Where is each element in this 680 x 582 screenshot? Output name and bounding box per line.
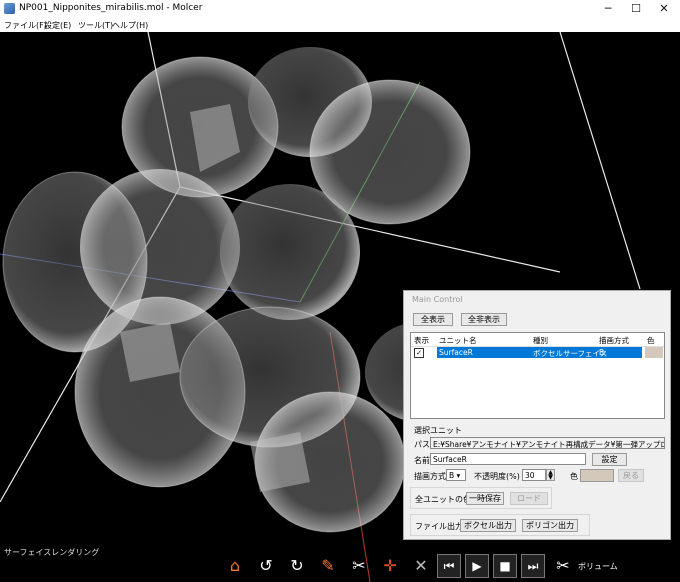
app-icon bbox=[4, 3, 15, 14]
chevron-down-icon: ▾ bbox=[456, 471, 461, 480]
menu-tools[interactable]: ツール(T) bbox=[78, 20, 113, 31]
menu-file[interactable]: ファイル(F) bbox=[4, 20, 47, 31]
home-icon[interactable]: ⌂ bbox=[222, 553, 248, 579]
skip-back-icon[interactable]: ⏮ bbox=[437, 554, 461, 578]
close-button[interactable]: ✕ bbox=[650, 0, 678, 18]
name-label: 名前 bbox=[414, 456, 430, 465]
window-title: NP001_Nipponites_mirabilis.mol - Molcer bbox=[19, 3, 203, 13]
volume-label[interactable]: ボリューム bbox=[578, 561, 618, 572]
volume-rabbit-icon[interactable]: ✂ bbox=[550, 553, 576, 579]
main-control-panel: Main Control 全表示 全非表示 表示 ユニット名 種別 描画方式 色… bbox=[403, 290, 671, 540]
menu-bar: ファイル(F) 設定(E) ツール(T) ヘルプ(H) bbox=[0, 18, 680, 32]
hide-all-button[interactable]: 全非表示 bbox=[461, 313, 507, 326]
col-visible[interactable]: 表示 bbox=[414, 335, 429, 346]
polygon-output-button[interactable]: ポリゴン出力 bbox=[522, 519, 578, 532]
play-icon[interactable]: ▶ bbox=[465, 554, 489, 578]
menu-help[interactable]: ヘルプ(H) bbox=[112, 20, 148, 31]
opacity-label: 不透明度(%) bbox=[474, 472, 520, 481]
row-unit-name: SurfaceR bbox=[439, 348, 473, 357]
temp-save-button[interactable]: 一時保存 bbox=[466, 492, 504, 505]
back-button[interactable]: 戻る bbox=[618, 469, 644, 482]
color-label: 色 bbox=[570, 472, 578, 481]
rotate-cw-icon[interactable]: ↻ bbox=[284, 553, 310, 579]
path-label: パス bbox=[414, 440, 430, 449]
col-type[interactable]: 種別 bbox=[533, 335, 548, 346]
color-swatch[interactable] bbox=[580, 469, 614, 482]
title-bar: NP001_Nipponites_mirabilis.mol - Molcer … bbox=[0, 0, 680, 19]
panel-title: Main Control bbox=[412, 295, 463, 304]
settings-button[interactable]: 設定 bbox=[592, 453, 627, 466]
voxel-output-button[interactable]: ボクセル出力 bbox=[460, 519, 516, 532]
opacity-stepper[interactable]: ▲ ▼ bbox=[546, 469, 555, 481]
draw-mode-select[interactable]: B ▾ bbox=[446, 469, 466, 481]
col-color[interactable]: 色 bbox=[647, 335, 655, 346]
minimize-button[interactable]: ─ bbox=[594, 0, 622, 18]
file-output-label: ファイル出力 bbox=[415, 522, 463, 531]
row-color-swatch[interactable] bbox=[645, 347, 663, 358]
rotate-ccw-icon[interactable]: ↺ bbox=[253, 553, 279, 579]
table-header: 表示 ユニット名 種別 描画方式 色 bbox=[411, 333, 664, 347]
col-draw-mode[interactable]: 描画方式 bbox=[599, 335, 629, 346]
hide-axis-icon[interactable]: ✕ bbox=[408, 553, 434, 579]
skip-forward-icon[interactable]: ⏭ bbox=[521, 554, 545, 578]
all-units-color-label: 全ユニットの色 bbox=[415, 495, 471, 504]
draw-mode-label: 描画方式 bbox=[414, 472, 446, 481]
col-unit-name[interactable]: ユニット名 bbox=[439, 335, 477, 346]
menu-settings[interactable]: 設定(E) bbox=[44, 20, 71, 31]
row-draw-mode: B bbox=[599, 348, 605, 357]
opacity-input[interactable]: 30 bbox=[522, 469, 546, 481]
show-all-button[interactable]: 全表示 bbox=[413, 313, 453, 326]
axis-cross-icon[interactable]: ✛ bbox=[377, 553, 403, 579]
name-field[interactable]: SurfaceR bbox=[430, 453, 586, 465]
path-field[interactable]: E:¥Share¥アンモナイト¥アンモナイト再構成データ¥第一弾アップロード¥N… bbox=[430, 437, 665, 449]
unit-table: 表示 ユニット名 種別 描画方式 色 ✓ SurfaceR ボクセルサーフェイス… bbox=[410, 332, 665, 419]
draw-mode-value: B bbox=[449, 471, 455, 480]
row-type: ボクセルサーフェイス bbox=[533, 349, 608, 358]
maximize-button[interactable]: ☐ bbox=[622, 0, 650, 18]
selected-unit-label: 選択ユニット bbox=[414, 426, 462, 435]
load-button[interactable]: ロード bbox=[510, 492, 548, 505]
visible-checkbox[interactable]: ✓ bbox=[414, 348, 424, 358]
rabbit-tool-icon[interactable]: ✂ bbox=[346, 553, 372, 579]
table-row[interactable]: SurfaceR ボクセルサーフェイス B bbox=[437, 347, 642, 358]
carrot-icon[interactable]: ✎ bbox=[315, 553, 341, 579]
render-mode-label: サーフェイスレンダリング bbox=[4, 548, 100, 557]
stop-icon[interactable]: ■ bbox=[493, 554, 517, 578]
